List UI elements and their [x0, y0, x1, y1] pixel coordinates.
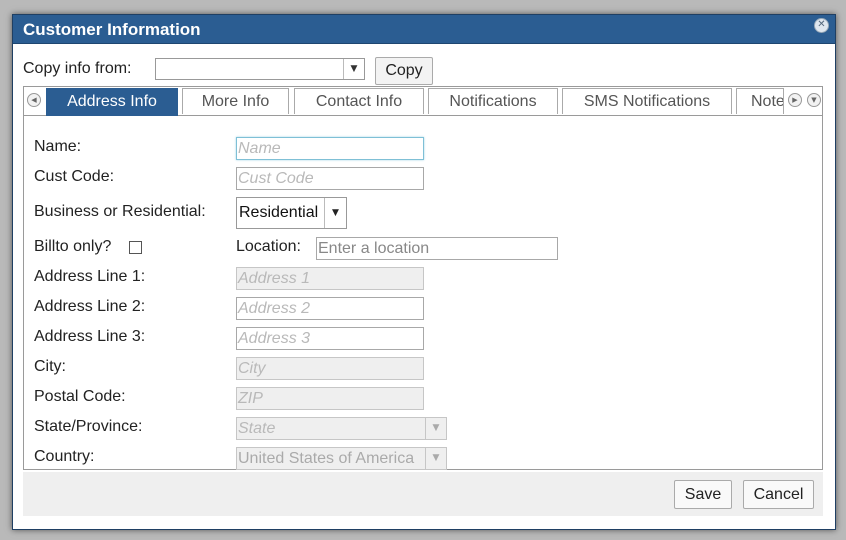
close-icon[interactable]: ✕ — [814, 18, 829, 33]
country-label: Country: — [34, 448, 95, 465]
chevron-down-icon[interactable]: ▼ — [343, 59, 364, 79]
tab-list-icon[interactable]: ▼ — [807, 93, 821, 107]
tab-notes[interactable]: Notes — [736, 88, 784, 114]
dialog-titlebar[interactable]: Customer Information ✕ — [13, 15, 835, 44]
dialog-footer: Save Cancel — [23, 472, 823, 516]
customer-information-dialog: Customer Information ✕ Copy info from: ▼… — [12, 14, 836, 530]
business-residential-label: Business or Residential: — [34, 203, 206, 220]
tab-strip: ◀ Address Info More Info Contact Info No… — [24, 87, 822, 116]
tabs-panel: ◀ Address Info More Info Contact Info No… — [23, 86, 823, 470]
state-label: State/Province: — [34, 418, 143, 435]
save-button[interactable]: Save — [674, 480, 732, 509]
business-residential-value: Residential — [239, 204, 319, 221]
cancel-button[interactable]: Cancel — [743, 480, 814, 509]
postal-code-field[interactable]: ZIP — [236, 387, 424, 410]
city-field[interactable]: City — [236, 357, 424, 380]
country-value: United States of America — [238, 450, 415, 467]
tab-notifications[interactable]: Notifications — [428, 88, 558, 114]
business-residential-select[interactable]: Residential ▼ — [236, 197, 347, 229]
address-info-panel: Name: Name Cust Code: Cust Code Business… — [24, 116, 822, 470]
location-label: Location: — [236, 238, 301, 255]
chevron-down-icon[interactable]: ▼ — [425, 418, 446, 439]
copy-info-label: Copy info from: — [23, 60, 132, 77]
postal-code-label: Postal Code: — [34, 388, 126, 405]
tab-contact-info[interactable]: Contact Info — [294, 88, 424, 114]
location-field[interactable]: Enter a location — [316, 237, 558, 260]
state-value: State — [238, 420, 276, 437]
address2-field[interactable]: Address 2 — [236, 297, 424, 320]
address3-field[interactable]: Address 3 — [236, 327, 424, 350]
address2-label: Address Line 2: — [34, 298, 146, 315]
name-label: Name: — [34, 138, 82, 155]
state-select[interactable]: State ▼ — [236, 417, 447, 440]
chevron-down-icon[interactable]: ▼ — [425, 448, 446, 469]
scroll-left-icon[interactable]: ◀ — [27, 93, 41, 107]
cust-code-label: Cust Code: — [34, 168, 115, 185]
copy-info-select[interactable]: ▼ — [155, 58, 365, 80]
tab-address-info[interactable]: Address Info — [46, 88, 178, 116]
chevron-down-icon[interactable]: ▼ — [324, 198, 346, 228]
name-field[interactable]: Name — [236, 137, 424, 160]
billto-checkbox[interactable] — [129, 241, 142, 254]
tab-sms-notifications[interactable]: SMS Notifications — [562, 88, 732, 114]
country-select[interactable]: United States of America ▼ — [236, 447, 447, 470]
address3-label: Address Line 3: — [34, 328, 146, 345]
cust-code-field[interactable]: Cust Code — [236, 167, 424, 190]
billto-label: Billto only? — [34, 238, 112, 255]
scroll-right-icon[interactable]: ▶ — [788, 93, 802, 107]
city-label: City: — [34, 358, 66, 375]
tab-more-info[interactable]: More Info — [182, 88, 289, 114]
dialog-title: Customer Information — [23, 20, 201, 39]
address1-label: Address Line 1: — [34, 268, 146, 285]
address1-field[interactable]: Address 1 — [236, 267, 424, 290]
copy-button[interactable]: Copy — [375, 57, 433, 85]
